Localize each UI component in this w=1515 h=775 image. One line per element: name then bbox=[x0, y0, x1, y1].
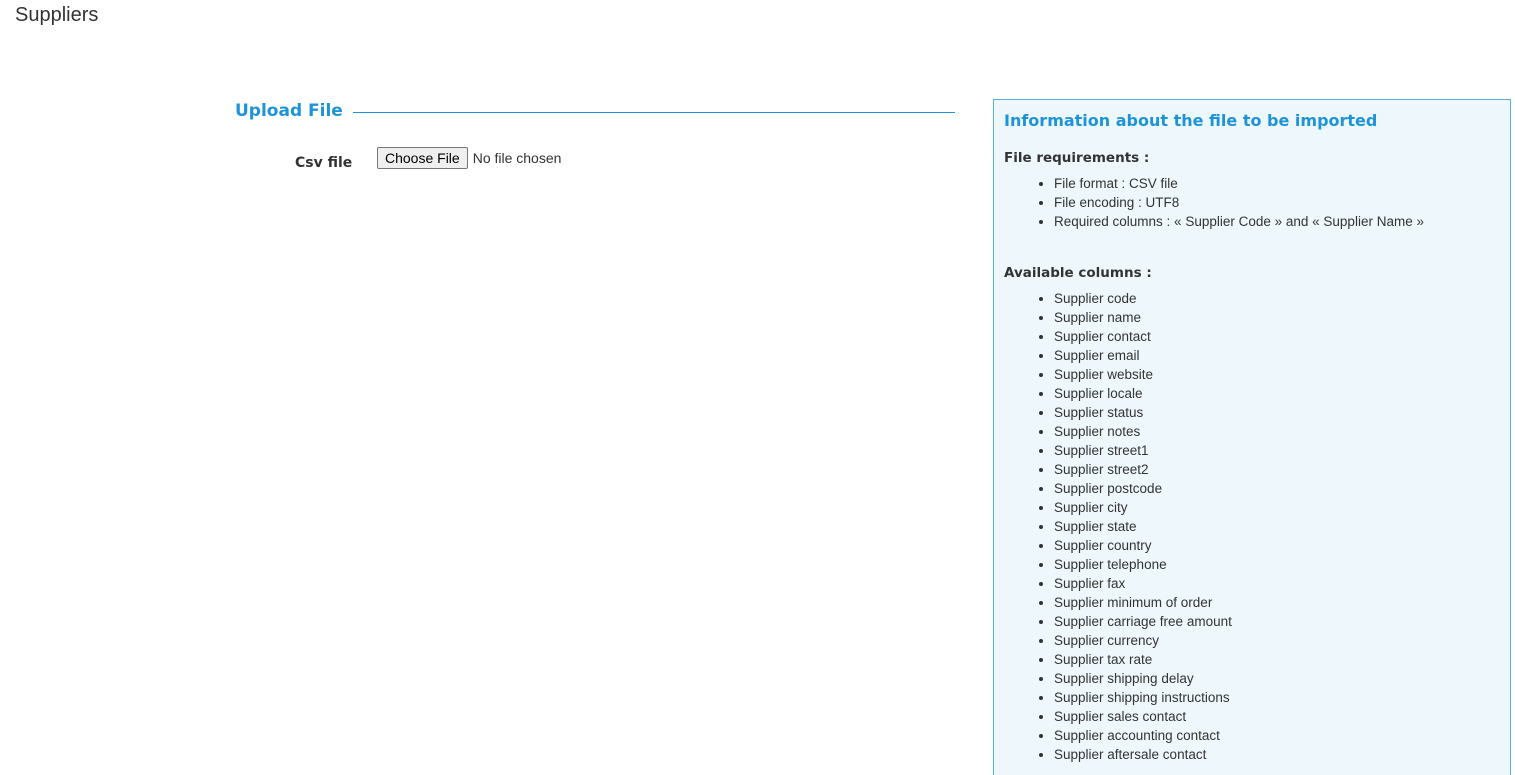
column-item: Supplier code bbox=[1054, 289, 1500, 308]
column-item: Supplier fax bbox=[1054, 574, 1500, 593]
column-item: Supplier notes bbox=[1054, 422, 1500, 441]
import-info-panel: Information about the file to be importe… bbox=[993, 99, 1511, 775]
column-item: Supplier tax rate bbox=[1054, 650, 1500, 669]
csv-file-label: Csv file bbox=[295, 155, 353, 171]
available-columns-list: Supplier codeSupplier nameSupplier conta… bbox=[1004, 289, 1500, 764]
column-item: Supplier postcode bbox=[1054, 479, 1500, 498]
column-item: Supplier email bbox=[1054, 346, 1500, 365]
column-item: Supplier shipping delay bbox=[1054, 669, 1500, 688]
column-item: Supplier carriage free amount bbox=[1054, 612, 1500, 631]
column-item: Supplier currency bbox=[1054, 631, 1500, 650]
column-item: Supplier status bbox=[1054, 403, 1500, 422]
requirement-item: File encoding : UTF8 bbox=[1054, 193, 1500, 212]
column-item: Supplier contact bbox=[1054, 327, 1500, 346]
requirement-item: File format : CSV file bbox=[1054, 174, 1500, 193]
column-item: Supplier country bbox=[1054, 536, 1500, 555]
column-item: Supplier locale bbox=[1054, 384, 1500, 403]
page-title: Suppliers bbox=[15, 4, 99, 26]
legend-divider bbox=[352, 111, 955, 113]
column-item: Supplier telephone bbox=[1054, 555, 1500, 574]
file-requirements-heading: File requirements : bbox=[1004, 150, 1150, 166]
no-file-chosen-text: No file chosen bbox=[472, 150, 562, 166]
file-requirements-list: File format : CSV fileFile encoding : UT… bbox=[1004, 174, 1500, 231]
column-item: Supplier state bbox=[1054, 517, 1500, 536]
column-item: Supplier sales contact bbox=[1054, 707, 1500, 726]
column-item: Supplier street2 bbox=[1054, 460, 1500, 479]
column-item: Supplier city bbox=[1054, 498, 1500, 517]
column-item: Supplier website bbox=[1054, 365, 1500, 384]
column-item: Supplier minimum of order bbox=[1054, 593, 1500, 612]
choose-file-button[interactable]: Choose File bbox=[377, 147, 468, 169]
column-item: Supplier shipping instructions bbox=[1054, 688, 1500, 707]
available-columns-heading: Available columns : bbox=[1004, 265, 1152, 281]
column-item: Supplier street1 bbox=[1054, 441, 1500, 460]
requirement-item: Required columns : « Supplier Code » and… bbox=[1054, 212, 1500, 231]
page: Suppliers Upload File Csv file Choose Fi… bbox=[0, 0, 1515, 775]
upload-file-fieldset: Upload File bbox=[235, 99, 955, 123]
column-item: Supplier name bbox=[1054, 308, 1500, 327]
column-item: Supplier aftersale contact bbox=[1054, 745, 1500, 764]
csv-file-input[interactable]: Choose File No file chosen bbox=[377, 147, 561, 169]
column-item: Supplier accounting contact bbox=[1054, 726, 1500, 745]
info-panel-title: Information about the file to be importe… bbox=[1004, 111, 1378, 130]
upload-file-legend: Upload File bbox=[235, 101, 343, 121]
